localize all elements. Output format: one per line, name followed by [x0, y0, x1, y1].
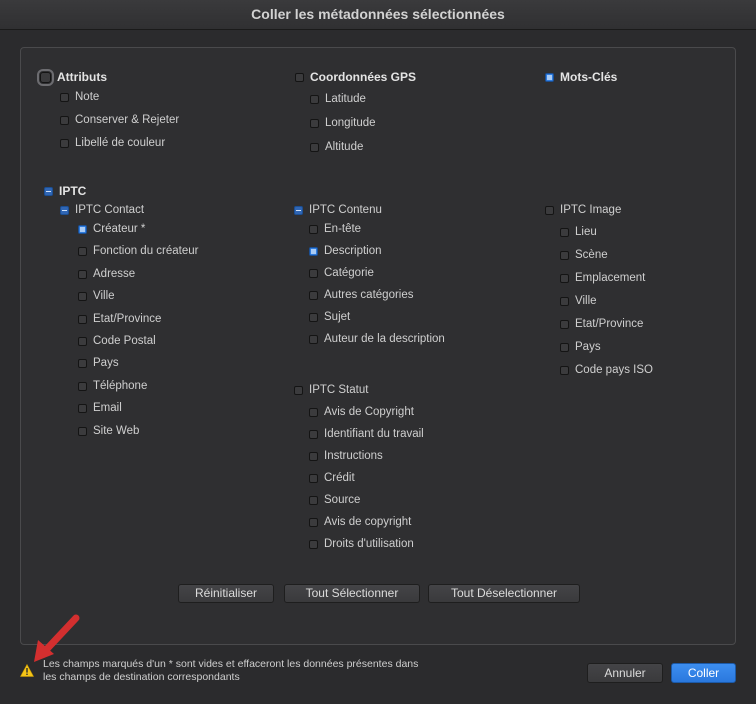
- warning-icon: [20, 664, 34, 677]
- warning-message: Les champs marqués d'un * sont vides et …: [43, 658, 419, 683]
- deselect-all-button[interactable]: Tout Déselectionner: [428, 584, 580, 603]
- checkbox-latitude[interactable]: Latitude: [310, 93, 366, 105]
- checkbox-autres-categories[interactable]: Autres catégories: [309, 289, 414, 301]
- checkbox-altitude[interactable]: Altitude: [310, 141, 363, 153]
- checkbox-adresse[interactable]: Adresse: [78, 268, 135, 280]
- annotation-arrow-icon: [34, 614, 80, 662]
- checkbox-categorie[interactable]: Catégorie: [309, 267, 374, 279]
- checkbox-iptc-statut[interactable]: IPTC Statut: [294, 384, 368, 396]
- checkbox-iptc-contenu[interactable]: IPTC Contenu: [294, 204, 382, 216]
- checkbox-iptc[interactable]: IPTC: [44, 184, 86, 198]
- checkbox-fonction-createur[interactable]: Fonction du créateur: [78, 245, 198, 257]
- checkbox-pays-image[interactable]: Pays: [560, 341, 601, 353]
- checkbox-code-postal[interactable]: Code Postal: [78, 335, 156, 347]
- checkbox-description[interactable]: Description: [309, 245, 382, 257]
- checkbox-libelle-couleur[interactable]: Libellé de couleur: [60, 137, 165, 149]
- window-title: Coller les métadonnées sélectionnées: [0, 0, 756, 30]
- checkbox-conserver-rejeter[interactable]: Conserver & Rejeter: [60, 114, 179, 126]
- checkbox-mots-cles[interactable]: Mots-Clés: [545, 70, 617, 84]
- checkbox-iptc-image[interactable]: IPTC Image: [545, 204, 621, 216]
- checkbox-code-pays-iso[interactable]: Code pays ISO: [560, 364, 653, 376]
- checkbox-auteur-description[interactable]: Auteur de la description: [309, 333, 445, 345]
- select-all-button[interactable]: Tout Sélectionner: [284, 584, 420, 603]
- checkbox-gps[interactable]: Coordonnées GPS: [295, 70, 416, 84]
- checkbox-box[interactable]: [37, 68, 54, 86]
- checkbox-etat-province-image[interactable]: Etat/Province: [560, 318, 643, 330]
- checkbox-longitude[interactable]: Longitude: [310, 117, 376, 129]
- checkbox-attributs[interactable]: Attributs: [37, 68, 107, 86]
- checkbox-credit[interactable]: Crédit: [309, 472, 355, 484]
- checkbox-ville-contact[interactable]: Ville: [78, 290, 115, 302]
- checkbox-ville-image[interactable]: Ville: [560, 295, 597, 307]
- checkbox-pays-contact[interactable]: Pays: [78, 357, 119, 369]
- checkbox-en-tete[interactable]: En-tête: [309, 223, 361, 235]
- checkbox-emplacement[interactable]: Emplacement: [560, 272, 645, 284]
- checkbox-telephone[interactable]: Téléphone: [78, 380, 147, 392]
- checkbox-etat-province-contact[interactable]: Etat/Province: [78, 313, 161, 325]
- cancel-button[interactable]: Annuler: [587, 663, 663, 683]
- checkbox-note[interactable]: Note: [60, 91, 99, 103]
- checkbox-instructions[interactable]: Instructions: [309, 450, 383, 462]
- checkbox-createur[interactable]: Créateur *: [78, 223, 145, 235]
- checkbox-sujet[interactable]: Sujet: [309, 311, 350, 323]
- reset-button[interactable]: Réinitialiser: [178, 584, 274, 603]
- paste-button[interactable]: Coller: [671, 663, 736, 683]
- checkbox-iptc-contact[interactable]: IPTC Contact: [60, 204, 144, 216]
- checkbox-scene[interactable]: Scène: [560, 249, 608, 261]
- checkbox-source[interactable]: Source: [309, 494, 360, 506]
- checkbox-avis-copyright-1[interactable]: Avis de Copyright: [309, 406, 414, 418]
- checkbox-email[interactable]: Email: [78, 402, 122, 414]
- checkbox-lieu[interactable]: Lieu: [560, 226, 597, 238]
- checkbox-avis-copyright-2[interactable]: Avis de copyright: [309, 516, 411, 528]
- checkbox-identifiant-travail[interactable]: Identifiant du travail: [309, 428, 424, 440]
- checkbox-site-web[interactable]: Site Web: [78, 425, 139, 437]
- checkbox-droits-utilisation[interactable]: Droits d'utilisation: [309, 538, 414, 550]
